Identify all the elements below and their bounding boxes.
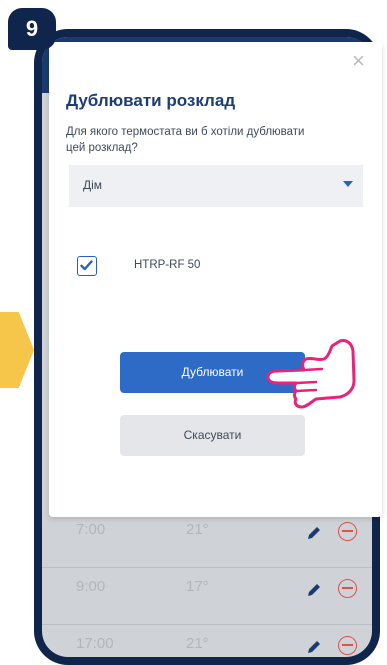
schedule-row: 9:00 17° <box>42 568 372 625</box>
location-select[interactable]: Дім <box>69 165 363 207</box>
schedule-time: 9:00 <box>76 578 106 595</box>
pointing-hand-icon <box>266 333 358 418</box>
edit-pencil-icon[interactable] <box>306 582 322 598</box>
edit-pencil-icon[interactable] <box>306 639 322 655</box>
caret-down-icon <box>343 181 353 187</box>
step-badge: 9 <box>8 8 56 50</box>
checkmark-icon <box>80 260 93 271</box>
schedule-row: 7:00 21° <box>42 511 372 568</box>
yellow-arrow-hint <box>0 312 34 388</box>
select-value: Дім <box>83 178 103 192</box>
delete-minus-icon[interactable] <box>338 579 357 598</box>
cancel-button[interactable]: Скасувати <box>120 415 305 456</box>
schedule-time: 7:00 <box>76 521 106 538</box>
schedule-temp: 21° <box>186 635 209 652</box>
edit-pencil-icon[interactable] <box>306 525 322 541</box>
close-icon[interactable]: × <box>352 50 365 72</box>
dialog-question: Для якого термостата ви б хотіли дублюва… <box>66 126 305 154</box>
schedule-temp: 17° <box>186 578 209 595</box>
duplicate-schedule-dialog: × Дублювати розклад Для якого термостата… <box>49 42 382 517</box>
checkbox-label: HTRP-RF 50 <box>134 259 201 271</box>
thermostat-checkbox[interactable] <box>77 256 97 276</box>
dialog-title: Дублювати розклад <box>66 91 236 110</box>
delete-minus-icon[interactable] <box>338 636 357 655</box>
schedule-row: 17:00 21° <box>42 625 372 657</box>
delete-minus-icon[interactable] <box>338 522 357 541</box>
schedule-time: 17:00 <box>76 635 114 652</box>
schedule-temp: 21° <box>186 521 209 538</box>
